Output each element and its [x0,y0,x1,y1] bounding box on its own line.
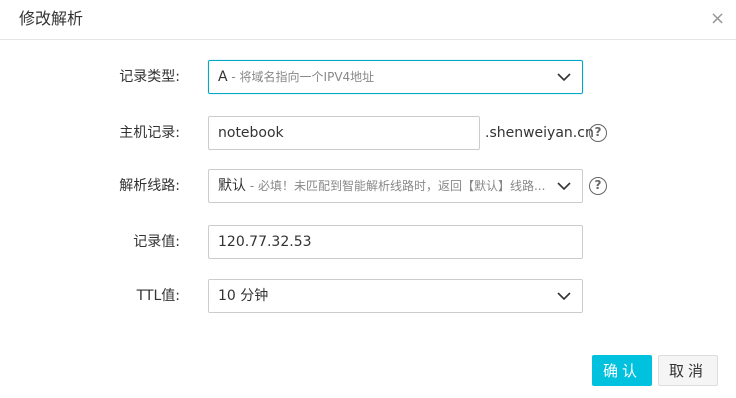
resolution-line-label: 解析线路: [119,178,180,194]
close-icon[interactable]: × [710,9,725,29]
ttl-select[interactable]: 10 分钟 [208,279,583,313]
question-circle-icon[interactable]: ? [589,177,607,195]
host-record-field[interactable] [208,116,480,150]
question-circle-icon[interactable]: ? [589,124,607,142]
record-type-hint: - 将域名指向一个IPV4地址 [227,70,375,84]
ttl-row: TTL值: 10 分钟 [0,279,736,313]
record-type-value: A [218,69,228,85]
chevron-down-icon [557,182,571,191]
record-value-label: 记录值: [133,234,180,250]
record-value-input[interactable] [209,226,582,258]
edit-record-dialog: 修改解析 × 记录类型: A - 将域名指向一个IPV4地址 主机记录: .sh… [0,0,736,398]
record-type-select[interactable]: A - 将域名指向一个IPV4地址 [208,60,583,94]
resolution-line-row: 解析线路: 默认 - 必填！未匹配到智能解析线路时，返回【默认】线路... ? [0,169,736,203]
host-record-input[interactable] [209,117,479,149]
dialog-header: 修改解析 × [0,0,736,40]
resolution-line-hint: - 必填！未匹配到智能解析线路时，返回【默认】线路... [246,179,546,193]
host-record-label: 主机记录: [119,125,180,141]
cancel-button[interactable]: 取消 [658,355,718,386]
resolution-line-select[interactable]: 默认 - 必填！未匹配到智能解析线路时，返回【默认】线路... [208,169,583,203]
record-value-field[interactable] [208,225,583,259]
domain-suffix: .shenweiyan.cn [485,125,594,141]
ttl-value: 10 分钟 [218,288,269,304]
dialog-title: 修改解析 [19,9,84,28]
resolution-line-value: 默认 [218,178,246,194]
ttl-label: TTL值: [136,288,180,304]
chevron-down-icon [557,292,571,301]
chevron-down-icon [557,73,571,82]
record-type-row: 记录类型: A - 将域名指向一个IPV4地址 [0,60,736,94]
record-type-label: 记录类型: [119,69,180,85]
record-value-row: 记录值: [0,225,736,259]
host-record-row: 主机记录: .shenweiyan.cn ? [0,116,736,150]
confirm-button[interactable]: 确认 [592,355,652,386]
